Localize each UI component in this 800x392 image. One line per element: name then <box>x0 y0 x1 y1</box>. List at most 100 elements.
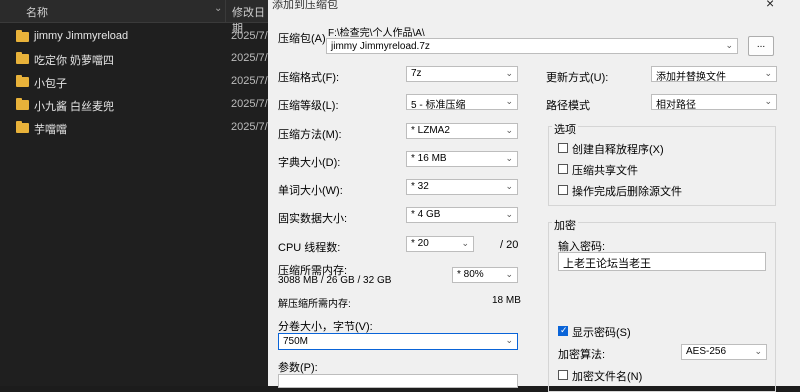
cpu-threads-total: / 20 <box>500 239 519 251</box>
file-explorer: 名称 ⌄ 修改日期 jimmy Jimmyreload 2025/7/ 吃定你 … <box>0 0 268 386</box>
file-name: 芋噹噹 <box>34 124 67 136</box>
method-value: * LZMA2 <box>411 125 450 136</box>
dictionary-select[interactable]: * 16 MB ⌄ <box>406 151 518 167</box>
close-icon[interactable]: × <box>766 0 774 11</box>
memory-percent-select[interactable]: * 80% ⌄ <box>452 267 518 283</box>
path-mode-value: 相对路径 <box>656 100 696 111</box>
file-name: 小包子 <box>34 78 67 90</box>
file-row[interactable]: 小九酱 白丝麦兜 2025/7/ <box>0 95 268 117</box>
encryption-title: 加密 <box>552 217 578 233</box>
options-title: 选项 <box>552 121 578 137</box>
word-size-select[interactable]: * 32 ⌄ <box>406 179 518 195</box>
folder-icon <box>16 52 29 64</box>
solid-size-label: 固实数据大小: <box>278 213 348 225</box>
memory-percent-value: * 80% <box>457 269 484 280</box>
method-select[interactable]: * LZMA2 ⌄ <box>406 123 518 139</box>
dictionary-label: 字典大小(D): <box>278 157 341 169</box>
chevron-down-icon: ⌄ <box>764 68 772 78</box>
file-row[interactable]: jimmy Jimmyreload 2025/7/ <box>0 27 268 49</box>
level-label: 压缩等级(L): <box>278 100 339 112</box>
chevron-down-icon: ⌄ <box>764 96 772 106</box>
cpu-threads-label: CPU 线程数: <box>278 242 341 254</box>
file-name: 小九酱 白丝麦兜 <box>34 101 115 113</box>
chevron-down-icon: ⌄ <box>505 96 513 106</box>
dictionary-value: * 16 MB <box>411 153 447 164</box>
solid-size-select[interactable]: * 4 GB ⌄ <box>406 207 518 223</box>
file-date: 2025/7/ <box>231 121 268 133</box>
chevron-down-icon: ⌄ <box>505 181 513 191</box>
browse-button[interactable]: ... <box>748 36 774 56</box>
chevron-down-icon: ⌄ <box>505 209 513 219</box>
format-value: 7z <box>411 68 422 79</box>
archive-name-value: jimmy Jimmyreload.7z <box>331 41 430 52</box>
show-password-label: 显示密码(S) <box>572 327 631 339</box>
encryption-method-value: AES-256 <box>686 346 727 357</box>
archive-name-combo[interactable]: jimmy Jimmyreload.7z ⌄ <box>326 38 738 54</box>
split-volume-value: 750M <box>283 336 309 347</box>
encryption-method-select[interactable]: AES-256 ⌄ <box>681 344 767 360</box>
file-date: 2025/7/ <box>231 52 268 64</box>
format-label: 压缩格式(F): <box>278 72 340 84</box>
column-name-header[interactable]: 名称 <box>26 4 48 20</box>
checkbox[interactable] <box>558 143 568 153</box>
file-date: 2025/7/ <box>231 98 268 110</box>
chevron-down-icon: ⌄ <box>461 238 469 248</box>
file-date: 2025/7/ <box>231 30 268 42</box>
update-mode-label: 更新方式(U): <box>546 72 609 84</box>
option-delete-checkbox[interactable]: 操作完成后删除源文件 <box>558 183 768 198</box>
checkbox[interactable] <box>558 185 568 195</box>
chevron-down-icon: ⌄ <box>505 68 513 78</box>
option-sfx-label: 创建自释放程序(X) <box>572 144 664 156</box>
cpu-threads-select[interactable]: * 20 ⌄ <box>406 236 474 252</box>
level-select[interactable]: 5 - 标准压缩 ⌄ <box>406 94 518 111</box>
folder-icon <box>16 121 29 133</box>
format-select[interactable]: 7z ⌄ <box>406 66 518 82</box>
password-value: 上老王论坛当老王 <box>563 258 651 270</box>
method-label: 压缩方法(M): <box>278 129 342 141</box>
sort-chevron-icon[interactable]: ⌄ <box>214 3 222 14</box>
encryption-method-label: 加密算法: <box>558 349 606 361</box>
explorer-column-header: 名称 ⌄ 修改日期 <box>0 0 268 35</box>
column-divider[interactable] <box>225 0 226 22</box>
chevron-down-icon: ⌄ <box>505 153 513 163</box>
solid-size-value: * 4 GB <box>411 209 441 220</box>
encrypt-filenames-checkbox[interactable]: 加密文件名(N) <box>558 368 678 383</box>
file-name: 吃定你 奶萝噹四 <box>34 55 115 67</box>
checkbox[interactable] <box>558 370 568 380</box>
file-row[interactable]: 芋噹噹 2025/7/ <box>0 118 268 140</box>
chevron-down-icon: ⌄ <box>505 125 513 135</box>
chevron-down-icon: ⌄ <box>725 40 733 50</box>
file-name: jimmy Jimmyreload <box>34 30 129 42</box>
show-password-checkbox[interactable]: 显示密码(S) <box>558 324 678 339</box>
parameters-label: 参数(P): <box>278 362 318 374</box>
level-value: 5 - 标准压缩 <box>411 100 466 111</box>
split-volume-label: 分卷大小，字节(V): <box>278 321 373 333</box>
option-sfx-checkbox[interactable]: 创建自释放程序(X) <box>558 141 768 156</box>
option-shared-checkbox[interactable]: 压缩共享文件 <box>558 162 768 177</box>
chevron-down-icon: ⌄ <box>505 269 513 279</box>
archive-label: 压缩包(A) <box>278 33 326 45</box>
chevron-down-icon: ⌄ <box>754 346 762 356</box>
path-mode-select[interactable]: 相对路径 ⌄ <box>651 94 777 111</box>
file-date: 2025/7/ <box>231 75 268 87</box>
split-volume-combo[interactable]: 750M ⌄ <box>278 333 518 350</box>
archive-path: F:\检查完\个人作品\A\ <box>328 28 425 39</box>
update-mode-value: 添加并替换文件 <box>656 72 726 83</box>
word-size-value: * 32 <box>411 181 429 192</box>
cpu-threads-value: * 20 <box>411 238 429 249</box>
folder-icon <box>16 30 29 42</box>
update-mode-select[interactable]: 添加并替换文件 ⌄ <box>651 66 777 83</box>
password-input[interactable]: 上老王论坛当老王 <box>558 252 766 271</box>
path-mode-label: 路径模式 <box>546 100 590 112</box>
checkbox-checked[interactable] <box>558 325 568 336</box>
chevron-down-icon: ⌄ <box>505 335 513 345</box>
add-to-archive-dialog: 添加到压缩包 × 压缩包(A) F:\检查完\个人作品\A\ jimmy Jim… <box>268 0 800 392</box>
option-shared-label: 压缩共享文件 <box>572 165 638 177</box>
file-row[interactable]: 吃定你 奶萝噹四 2025/7/ <box>0 49 268 71</box>
encrypt-filenames-label: 加密文件名(N) <box>572 371 643 383</box>
file-row[interactable]: 小包子 2025/7/ <box>0 72 268 94</box>
folder-icon <box>16 75 29 87</box>
decompress-memory-value: 18 MB <box>492 295 521 306</box>
option-delete-label: 操作完成后删除源文件 <box>572 186 682 198</box>
checkbox[interactable] <box>558 164 568 174</box>
